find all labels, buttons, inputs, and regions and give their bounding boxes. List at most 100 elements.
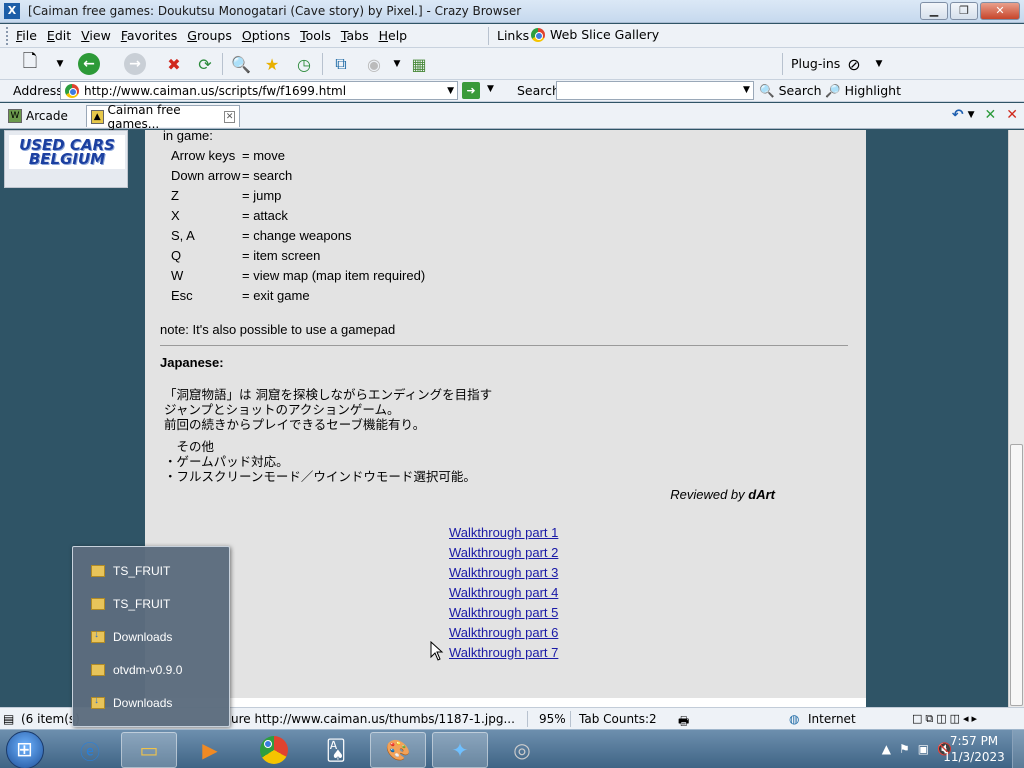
jump-list-item[interactable]: otvdm-v0.9.0 — [91, 663, 182, 677]
search-input[interactable] — [556, 81, 754, 100]
new-page-icon[interactable]: 🗋 — [18, 51, 42, 76]
undo-close-icon[interactable]: ↶ — [952, 107, 964, 123]
jump-list-item[interactable]: Downloads — [91, 629, 172, 644]
stop-icon[interactable]: ✖ — [162, 52, 186, 76]
gamepad-note: note: It's also possible to use a gamepa… — [160, 322, 396, 337]
status-loading-text: ure http://www.caiman.us/thumbs/1187-1.j… — [231, 712, 515, 726]
address-url[interactable]: http://www.caiman.us/scripts/fw/f1699.ht… — [84, 84, 346, 98]
status-zone: Internet — [808, 712, 856, 726]
chrome-taskbar-icon[interactable] — [246, 732, 302, 768]
vertical-scrollbar[interactable] — [1008, 130, 1024, 707]
tab-arcade[interactable]: W Arcade — [4, 105, 82, 127]
walkthrough-link-3[interactable]: Walkthrough part 3 — [449, 565, 558, 580]
rss-feed-icon[interactable]: ◉ — [362, 52, 386, 76]
jump-list-item[interactable]: TS_FRUIT — [91, 597, 170, 611]
paint-icon[interactable]: 🎨 — [370, 732, 426, 768]
walkthrough-link-4[interactable]: Walkthrough part 4 — [449, 585, 558, 600]
control-action: = attack — [242, 208, 288, 223]
back-arrow-icon[interactable]: ← — [78, 53, 100, 75]
toolbar-separator — [782, 53, 783, 75]
walkthrough-link-6[interactable]: Walkthrough part 6 — [449, 625, 558, 640]
crazy-browser-taskbar-icon[interactable]: ✦ — [432, 732, 488, 768]
tab-actions: ↶ ▼ ✕ ✕ — [952, 107, 1018, 123]
window-group-icon[interactable]: ⧉ — [329, 52, 353, 76]
system-clock[interactable]: 7:57 PM 11/3/2023 — [943, 733, 1005, 765]
minimize-button[interactable]: ▁ — [920, 2, 948, 20]
address-bar: Address http://www.caiman.us/scripts/fw/… — [0, 80, 1024, 102]
toolbar-grip[interactable] — [6, 26, 10, 45]
plugins-label[interactable]: Plug-ins — [791, 56, 840, 71]
close-button[interactable]: ✕ — [980, 2, 1020, 20]
jump-list-item[interactable]: Downloads — [91, 695, 172, 710]
ad-line-2: BELGIUM — [28, 150, 106, 168]
menu-favorites[interactable]: Favorites — [121, 28, 177, 43]
image-view-icon[interactable]: ▦ — [407, 52, 431, 76]
menu-tools[interactable]: Tools — [300, 28, 331, 43]
show-desktop-button[interactable] — [1012, 730, 1024, 768]
jump-list-item[interactable]: TS_FRUIT — [91, 564, 170, 578]
jp-line: ・フルスクリーンモード／ウインドウモード選択可能。 — [164, 469, 476, 484]
search-dropdown-icon[interactable]: ▼ — [743, 85, 750, 95]
show-hidden-icons-icon[interactable]: ▲ — [882, 742, 891, 756]
walkthrough-link-2[interactable]: Walkthrough part 2 — [449, 545, 558, 560]
links-label[interactable]: Links — [497, 28, 529, 43]
speaker-app-icon[interactable]: ◎ — [494, 732, 550, 768]
walkthrough-link-1[interactable]: Walkthrough part 1 — [449, 525, 558, 540]
action-center-flag-icon[interactable]: ⚑ — [899, 742, 910, 756]
history-icon[interactable]: ◷ — [292, 52, 316, 76]
undo-dropdown-icon[interactable]: ▼ — [968, 107, 975, 123]
status-divider — [527, 711, 528, 727]
walkthrough-link-7[interactable]: Walkthrough part 7 — [449, 645, 558, 660]
menu-file[interactable]: File — [16, 28, 37, 43]
control-key: Down arrow — [171, 168, 241, 183]
walkthrough-link-5[interactable]: Walkthrough part 5 — [449, 605, 558, 620]
tab-caiman[interactable]: ▲ Caiman free games... ✕ — [86, 103, 240, 131]
refresh-icon[interactable]: ⟳ — [193, 52, 217, 76]
plugins-dropdown-icon[interactable]: ▼ — [867, 52, 891, 76]
control-action: = item screen — [242, 248, 321, 263]
folder-icon — [91, 565, 105, 577]
start-button[interactable] — [6, 731, 44, 768]
menu-view[interactable]: View — [81, 28, 111, 43]
taskbar: ⓔ ▭ ▶ 🂡 🎨 ✦ ◎ ▲ ⚑ ▣ 🔇 7:57 PM 11/3/2023 — [0, 729, 1024, 768]
menu-help[interactable]: Help — [379, 28, 408, 43]
address-input[interactable]: http://www.caiman.us/scripts/fw/f1699.ht… — [60, 81, 458, 100]
plugins-compass-icon[interactable]: ⊘ — [842, 52, 866, 76]
control-action: = jump — [242, 188, 282, 203]
jump-list-label: TS_FRUIT — [113, 597, 171, 611]
reviewed-by: Reviewed by dArt — [670, 487, 775, 502]
rss-dropdown-icon[interactable]: ▼ — [385, 52, 409, 76]
tab-close-icon[interactable]: ✕ — [224, 110, 235, 123]
go-dropdown-icon[interactable]: ▼ — [487, 84, 494, 94]
window-layout-icons[interactable]: □⧉◫◫◂▸ — [912, 712, 980, 726]
highlight-button[interactable]: 🔎 Highlight — [825, 83, 901, 99]
web-slice-gallery-link[interactable]: Web Slice Gallery — [531, 27, 659, 42]
forward-arrow-icon[interactable]: → — [124, 53, 146, 75]
menu-groups[interactable]: Groups — [187, 28, 232, 43]
reviewed-by-prefix: Reviewed by — [670, 487, 749, 502]
close-tab-icon[interactable]: ✕ — [1006, 107, 1018, 123]
card-game-icon[interactable]: 🂡 — [308, 732, 364, 768]
menu-edit[interactable]: Edit — [47, 28, 71, 43]
used-cars-ad[interactable]: USED CARS BELGIUM — [9, 135, 125, 169]
clock-date: 11/3/2023 — [943, 750, 1005, 764]
close-other-tabs-icon[interactable]: ✕ — [985, 107, 997, 123]
address-dropdown-icon[interactable]: ▼ — [447, 86, 454, 96]
maximize-button[interactable]: ❐ — [950, 2, 978, 20]
status-zoom[interactable]: 95% — [539, 712, 566, 726]
favorites-star-icon[interactable]: ★ — [260, 52, 284, 76]
scrollbar-thumb[interactable] — [1010, 444, 1023, 706]
search-magnifier-icon[interactable]: 🔍 — [229, 52, 253, 76]
menu-tabs[interactable]: Tabs — [341, 28, 369, 43]
crazy-browser-logo-icon: X — [4, 3, 20, 19]
control-row: Down arrow = search — [171, 168, 292, 183]
internet-explorer-icon[interactable]: ⓔ — [62, 732, 118, 768]
new-dropdown-icon[interactable]: ▼ — [48, 52, 72, 76]
network-icon[interactable]: ▣ — [918, 742, 929, 756]
menu-options[interactable]: Options — [242, 28, 290, 43]
search-button[interactable]: 🔍 Search — [759, 83, 822, 99]
go-arrow-icon[interactable]: ➜ — [462, 82, 480, 99]
sidebar-ad-banner[interactable]: USED CARS BELGIUM — [4, 130, 128, 188]
media-player-icon[interactable]: ▶ — [182, 732, 238, 768]
file-explorer-icon[interactable]: ▭ — [121, 732, 177, 768]
